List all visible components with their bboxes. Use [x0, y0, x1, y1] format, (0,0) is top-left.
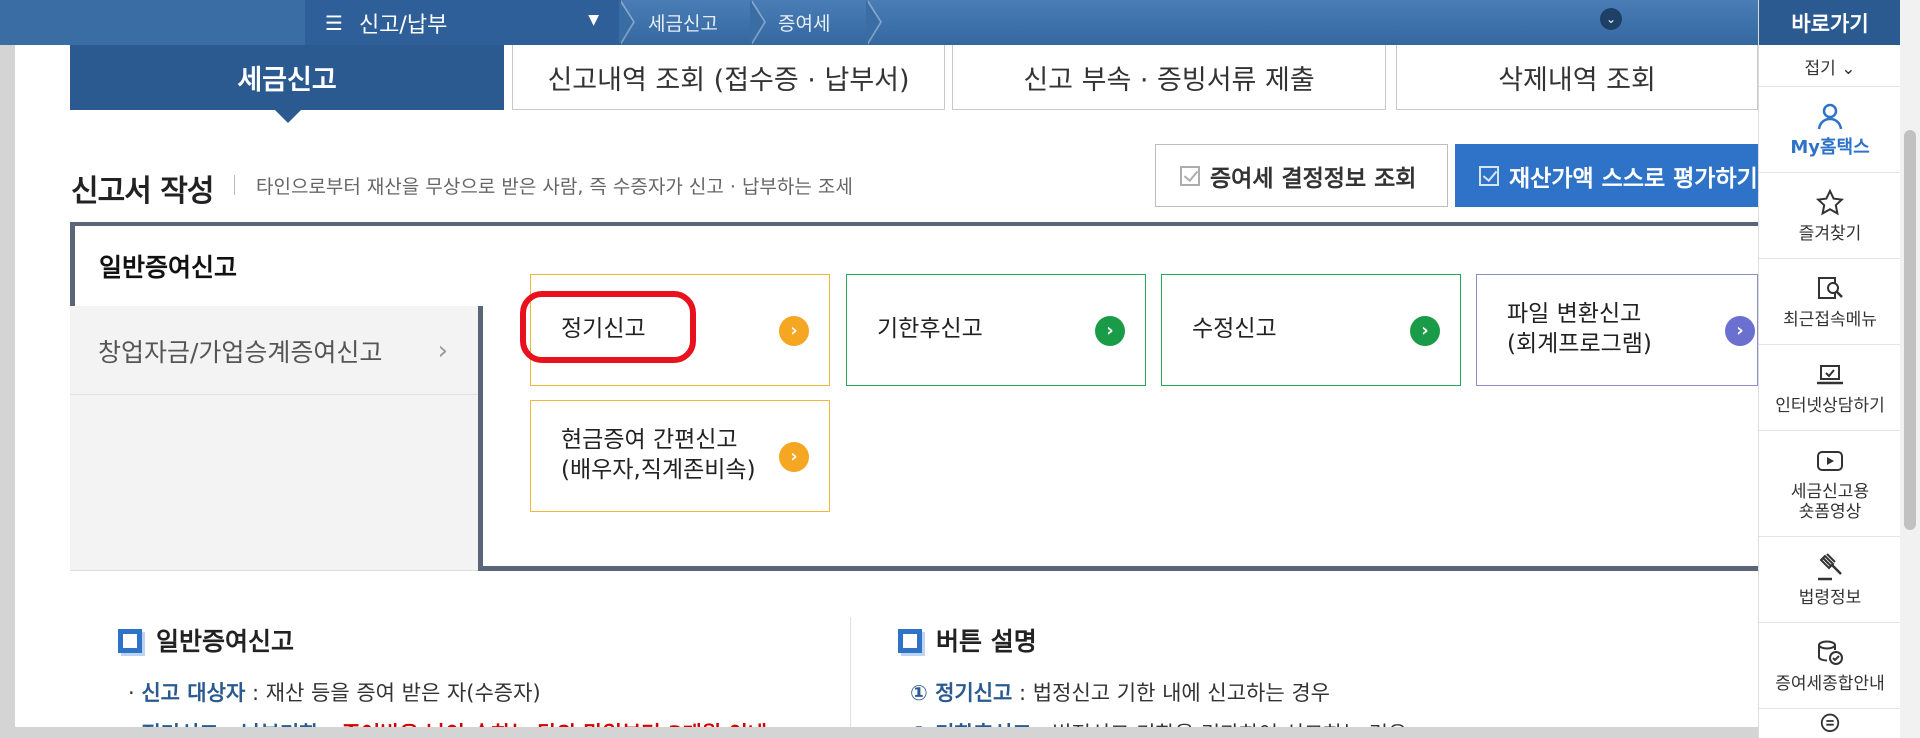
checkbox-icon [1479, 165, 1499, 186]
sidebar-item-gift-guide[interactable]: 증여세종합안내 [1759, 624, 1901, 709]
card-late-label: 기한후신고 [877, 316, 983, 343]
sidebar-recent-label: 최근접속메뉴 [1783, 309, 1877, 330]
gift-tax-decision-button[interactable]: 증여세 결정정보 조회 [1155, 144, 1448, 207]
crumb-separator [866, 0, 892, 45]
sidebar-counsel-label: 인터넷상담하기 [1775, 395, 1885, 416]
chevron-right-icon: › [437, 335, 448, 366]
breadcrumb-gift-tax[interactable]: 증여세 [778, 0, 830, 45]
top-nav-bar: ☰ 신고/납부 ▼ 세금신고 증여세 ⌄ [0, 0, 1758, 45]
info-general-title: 일반증여신고 [118, 622, 294, 658]
laptop-icon [1817, 364, 1843, 385]
content-left-border [478, 306, 483, 571]
sidebar-favorites-label: 즐겨찾기 [1798, 223, 1862, 244]
card-cash-line2: (배우자,직계존비속) [561, 457, 756, 483]
menu-select-label: 신고/납부 [358, 12, 448, 38]
card-cash-label: 현금증여 간편신고 (배우자,직계존비속) [561, 426, 756, 486]
sidebar-item-mytax[interactable]: My홈택스 [1759, 88, 1901, 173]
info-target-line: · 신고 대상자 : 재산 등을 증여 받은 자(수증자) [128, 681, 541, 705]
sidebar-item-more[interactable] [1759, 710, 1901, 738]
star-icon [1815, 188, 1845, 216]
play-video-icon [1817, 450, 1843, 471]
app-root: ☰ 신고/납부 ▼ 세금신고 증여세 ⌄ 세금신고 신고내역 조회 (접수증 ·… [0, 0, 1920, 738]
card-file-conversion[interactable]: 파일 변환신고 (회계프로그램) › [1476, 274, 1758, 386]
sidebar-video-line1: 세금신고용 [1790, 481, 1870, 502]
hamburger-icon: ☰ [325, 10, 343, 35]
chevron-down-icon[interactable]: ⌄ [1600, 8, 1622, 30]
highlight-annotation [520, 291, 696, 363]
tab-deleted-history[interactable]: 삭제내역 조회 [1396, 45, 1758, 110]
recent-search-icon [1818, 276, 1843, 299]
info-b1-label: ① 정기신고 [910, 681, 1013, 705]
breadcrumb-tax-report[interactable]: 세금신고 [648, 0, 718, 45]
card-cash-gift-simple[interactable]: 현금증여 간편신고 (배우자,직계존비속) › [530, 400, 830, 512]
frame-left [0, 45, 15, 738]
info-general-title-text: 일반증여신고 [156, 627, 295, 656]
sidebar-item-law[interactable]: 법령정보 [1759, 538, 1901, 623]
sidebar-gift-guide-label: 증여세종합안내 [1775, 673, 1885, 694]
sidebar-item-recent[interactable]: 최근접속메뉴 [1759, 260, 1901, 345]
crumb-separator [750, 0, 776, 45]
section-title: 신고서 작성 [71, 174, 214, 209]
tab-report-history[interactable]: 신고내역 조회 (접수증 · 납부서) [512, 45, 945, 110]
card-amend-report[interactable]: 수정신고 › [1161, 274, 1461, 386]
left-bottom-line [70, 570, 478, 571]
card-amend-label: 수정신고 [1192, 316, 1277, 343]
menu-select[interactable]: ☰ 신고/납부 ▼ [305, 0, 621, 45]
square-bullet-icon [118, 629, 142, 653]
self-evaluation-button[interactable]: 재산가액 스스로 평가하기 [1455, 144, 1758, 207]
top-nav-left [0, 0, 305, 45]
person-icon [1817, 103, 1843, 130]
left-tab-startup-label: 창업자금/가업승계증여신고 [98, 337, 383, 367]
tab-supporting-docs[interactable]: 신고 부속 · 증빙서류 제출 [952, 45, 1386, 110]
document-icon [1820, 713, 1840, 732]
arrow-right-icon: › [1410, 316, 1440, 346]
sidebar-item-video[interactable]: 세금신고용 숏폼영상 [1759, 432, 1901, 537]
info-target-text: : 재산 등을 증여 받은 자(수증자) [245, 681, 541, 705]
arrow-right-icon: › [779, 442, 809, 472]
square-bullet-icon [898, 629, 922, 653]
crumb-separator [619, 0, 645, 45]
sidebar-video-line2: 숏폼영상 [1798, 502, 1862, 522]
card-file-label: 파일 변환신고 (회계프로그램) [1507, 300, 1652, 360]
arrow-right-icon: › [1095, 316, 1125, 346]
card-file-line1: 파일 변환신고 [1507, 301, 1642, 328]
coins-check-icon [1818, 640, 1843, 665]
arrow-right-icon: › [1725, 316, 1755, 346]
info-button-title-text: 버튼 설명 [936, 627, 1037, 656]
info-divider [850, 617, 851, 738]
quick-links-sidebar: 바로가기 접기 ⌄ My홈택스 즐겨찾기 최근접속메뉴 인터넷상담하기 세금신고… [1758, 0, 1901, 738]
left-tab-startup-gift[interactable]: 창업자금/가업승계증여신고 › [70, 307, 478, 395]
section-divider [234, 175, 235, 195]
caret-down-icon: ▼ [588, 12, 599, 28]
content-bottom-border [478, 566, 1758, 571]
scrollbar-thumb[interactable] [1904, 130, 1916, 530]
info-button-title: 버튼 설명 [898, 622, 1037, 658]
gift-tax-decision-label: 증여세 결정정보 조회 [1210, 165, 1417, 192]
arrow-right-icon: › [779, 316, 809, 346]
frame-bottom [0, 727, 1920, 738]
sidebar-item-favorites[interactable]: 즐겨찾기 [1759, 174, 1901, 259]
gavel-icon [1818, 553, 1842, 581]
active-tab-pointer [275, 110, 301, 123]
info-target-label: 신고 대상자 [141, 681, 246, 705]
card-late-report[interactable]: 기한후신고 › [846, 274, 1146, 386]
card-cash-line1: 현금증여 간편신고 [561, 427, 738, 454]
tab-tax-report[interactable]: 세금신고 [70, 45, 504, 110]
sidebar-law-label: 법령정보 [1798, 587, 1862, 608]
left-tab-general-gift[interactable]: 일반증여신고 [75, 226, 478, 306]
info-b1-line: ① 정기신고 : 법정신고 기한 내에 신고하는 경우 [910, 677, 1330, 707]
checkbox-icon [1180, 165, 1200, 186]
sidebar-mytax-label: My홈택스 [1790, 137, 1870, 159]
sidebar-collapse-button[interactable]: 접기 ⌄ [1759, 47, 1901, 87]
sidebar-item-counsel[interactable]: 인터넷상담하기 [1759, 346, 1901, 431]
card-file-line2: (회계프로그램) [1507, 331, 1652, 357]
self-evaluation-label: 재산가액 스스로 평가하기 [1509, 165, 1758, 192]
section-description: 타인으로부터 재산을 무상으로 받은 사람, 즉 수증자가 신고 · 납부하는 … [256, 176, 853, 198]
sidebar-title: 바로가기 [1759, 0, 1901, 45]
info-b1-text: : 법정신고 기한 내에 신고하는 경우 [1012, 681, 1330, 705]
